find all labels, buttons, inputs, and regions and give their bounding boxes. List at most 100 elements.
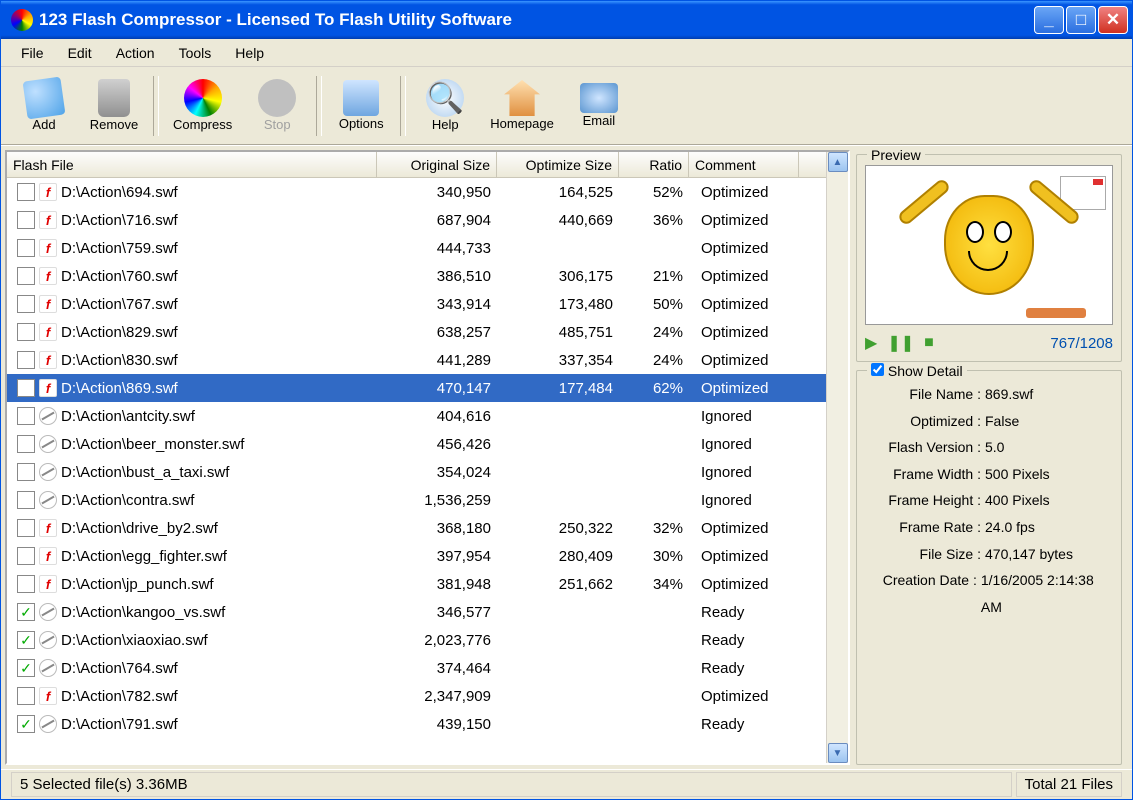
row-checkbox[interactable]	[17, 323, 35, 341]
table-row[interactable]: fD:\Action\694.swf340,950164,52552%Optim…	[7, 178, 826, 206]
file-rows: fD:\Action\694.swf340,950164,52552%Optim…	[7, 178, 826, 763]
row-checkbox[interactable]	[17, 491, 35, 509]
optimize-size: 164,525	[497, 184, 619, 201]
show-detail-title: Show Detail	[867, 363, 967, 379]
file-path: D:\Action\764.swf	[61, 660, 178, 677]
row-checkbox[interactable]	[17, 295, 35, 313]
ratio: 36%	[619, 212, 689, 229]
row-checkbox[interactable]	[17, 575, 35, 593]
remove-button[interactable]: Remove	[79, 75, 149, 136]
flash-icon: f	[39, 323, 57, 341]
ratio: 21%	[619, 268, 689, 285]
homepage-button[interactable]: Homepage	[480, 76, 564, 135]
email-icon	[580, 83, 618, 113]
row-checkbox[interactable]	[17, 687, 35, 705]
table-row[interactable]: fD:\Action\782.swf2,347,909Optimized	[7, 682, 826, 710]
scroll-up-button[interactable]: ▲	[828, 152, 848, 172]
row-checkbox[interactable]	[17, 267, 35, 285]
options-button[interactable]: Options	[326, 76, 396, 135]
flash-icon: f	[39, 295, 57, 313]
row-checkbox[interactable]	[17, 435, 35, 453]
value-version: 5.0	[985, 434, 1004, 461]
menu-help[interactable]: Help	[225, 43, 274, 63]
table-row[interactable]: D:\Action\beer_monster.swf456,426Ignored	[7, 430, 826, 458]
ratio: 30%	[619, 548, 689, 565]
table-row[interactable]: D:\Action\antcity.swf404,616Ignored	[7, 402, 826, 430]
table-row[interactable]: fD:\Action\drive_by2.swf368,180250,32232…	[7, 514, 826, 542]
table-row[interactable]: fD:\Action\760.swf386,510306,17521%Optim…	[7, 262, 826, 290]
comment: Ready	[689, 660, 799, 677]
email-button[interactable]: Email	[564, 79, 634, 132]
stop-preview-button[interactable]: ■	[924, 334, 934, 352]
original-size: 1,536,259	[377, 492, 497, 509]
col-original-size[interactable]: Original Size	[377, 152, 497, 177]
help-button[interactable]: 🔍Help	[410, 75, 480, 136]
show-detail-checkbox[interactable]	[871, 363, 884, 376]
row-checkbox[interactable]: ✓	[17, 631, 35, 649]
table-row[interactable]: fD:\Action\767.swf343,914173,48050%Optim…	[7, 290, 826, 318]
value-size: 470,147 bytes	[985, 541, 1073, 568]
flash-icon: f	[39, 211, 57, 229]
file-path: D:\Action\xiaoxiao.swf	[61, 632, 208, 649]
menu-edit[interactable]: Edit	[58, 43, 102, 63]
label-size: File Size :	[865, 541, 985, 568]
comment: Optimized	[689, 520, 799, 537]
row-checkbox[interactable]	[17, 463, 35, 481]
row-checkbox[interactable]	[17, 351, 35, 369]
play-button[interactable]: ▶	[865, 333, 877, 353]
row-checkbox[interactable]: ✓	[17, 715, 35, 733]
table-row[interactable]: ✓D:\Action\xiaoxiao.swf2,023,776Ready	[7, 626, 826, 654]
table-row[interactable]: D:\Action\bust_a_taxi.swf354,024Ignored	[7, 458, 826, 486]
col-flash-file[interactable]: Flash File	[7, 152, 377, 177]
row-checkbox[interactable]	[17, 547, 35, 565]
file-path: D:\Action\bust_a_taxi.swf	[61, 464, 229, 481]
table-row[interactable]: fD:\Action\869.swf470,147177,48462%Optim…	[7, 374, 826, 402]
titlebar: 123 Flash Compressor - Licensed To Flash…	[1, 1, 1132, 39]
row-checkbox[interactable]	[17, 379, 35, 397]
compress-button[interactable]: Compress	[163, 75, 242, 136]
trash-icon	[98, 79, 130, 117]
table-row[interactable]: D:\Action\contra.swf1,536,259Ignored	[7, 486, 826, 514]
ignore-icon	[39, 715, 57, 733]
row-checkbox[interactable]: ✓	[17, 659, 35, 677]
table-row[interactable]: ✓D:\Action\791.swf439,150Ready	[7, 710, 826, 738]
optimize-size: 306,175	[497, 268, 619, 285]
file-path: D:\Action\694.swf	[61, 184, 178, 201]
row-checkbox[interactable]	[17, 239, 35, 257]
table-row[interactable]: fD:\Action\716.swf687,904440,66936%Optim…	[7, 206, 826, 234]
col-ratio[interactable]: Ratio	[619, 152, 689, 177]
table-row[interactable]: fD:\Action\759.swf444,733Optimized	[7, 234, 826, 262]
close-button[interactable]: ✕	[1098, 6, 1128, 34]
document-icon	[23, 77, 66, 120]
row-checkbox[interactable]	[17, 183, 35, 201]
scroll-down-button[interactable]: ▼	[828, 743, 848, 763]
original-size: 638,257	[377, 324, 497, 341]
original-size: 386,510	[377, 268, 497, 285]
col-optimize-size[interactable]: Optimize Size	[497, 152, 619, 177]
file-path: D:\Action\beer_monster.swf	[61, 436, 244, 453]
col-comment[interactable]: Comment	[689, 152, 799, 177]
row-checkbox[interactable]: ✓	[17, 603, 35, 621]
row-checkbox[interactable]	[17, 211, 35, 229]
scrollbar[interactable]: ▲ ▼	[826, 152, 848, 763]
options-icon	[343, 80, 379, 116]
menubar: File Edit Action Tools Help	[1, 39, 1132, 67]
table-row[interactable]: fD:\Action\829.swf638,257485,75124%Optim…	[7, 318, 826, 346]
table-row[interactable]: fD:\Action\jp_punch.swf381,948251,66234%…	[7, 570, 826, 598]
optimize-size: 485,751	[497, 324, 619, 341]
table-row[interactable]: fD:\Action\egg_fighter.swf397,954280,409…	[7, 542, 826, 570]
menu-action[interactable]: Action	[106, 43, 165, 63]
menu-file[interactable]: File	[11, 43, 54, 63]
table-row[interactable]: ✓D:\Action\764.swf374,464Ready	[7, 654, 826, 682]
app-icon	[11, 9, 33, 31]
menu-tools[interactable]: Tools	[169, 43, 222, 63]
row-checkbox[interactable]	[17, 407, 35, 425]
table-row[interactable]: fD:\Action\830.swf441,289337,35424%Optim…	[7, 346, 826, 374]
row-checkbox[interactable]	[17, 519, 35, 537]
add-button[interactable]: Add	[9, 75, 79, 136]
minimize-button[interactable]: _	[1034, 6, 1064, 34]
comment: Optimized	[689, 352, 799, 369]
pause-button[interactable]: ❚❚	[887, 333, 914, 353]
maximize-button[interactable]: □	[1066, 6, 1096, 34]
table-row[interactable]: ✓D:\Action\kangoo_vs.swf346,577Ready	[7, 598, 826, 626]
